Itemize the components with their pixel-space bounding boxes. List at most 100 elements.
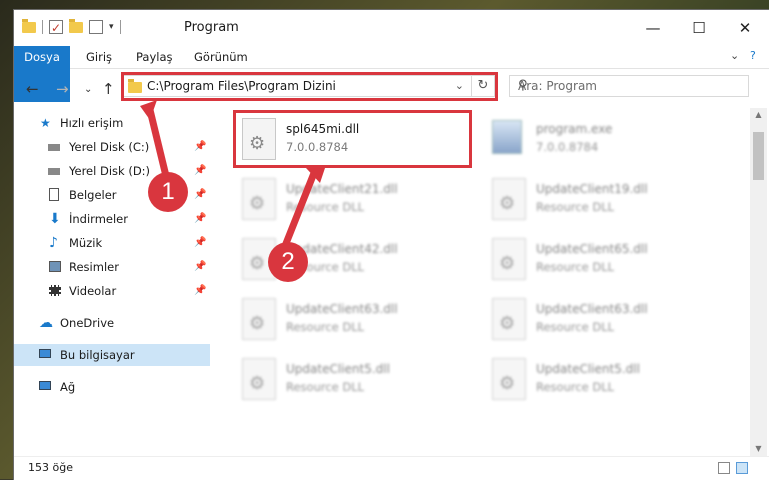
title-bar: ✓ ▾ Program — ☐ ✕ <box>14 10 769 46</box>
status-bar: 153 öğe <box>14 456 769 480</box>
large-icons-view-icon[interactable] <box>736 462 748 474</box>
file-description: Resource DLL <box>286 380 365 394</box>
quick-access-toolbar: ✓ ▾ <box>22 18 121 35</box>
help-icon[interactable]: ? <box>750 49 756 62</box>
maximize-button[interactable]: ☐ <box>676 10 722 46</box>
file-description: Resource DLL <box>536 200 615 214</box>
sidebar-item-network[interactable]: Ağ <box>14 376 210 398</box>
file-description: Resource DLL <box>536 320 615 334</box>
sidebar-item-label: Yerel Disk (D:) <box>69 164 151 178</box>
sidebar-item-label: İndirmeler <box>69 212 128 226</box>
step-2-badge: 2 <box>268 242 308 282</box>
cloud-icon: ☁ <box>39 315 53 331</box>
video-icon <box>49 285 61 296</box>
exe-file-icon <box>492 120 522 154</box>
star-icon: ★ <box>40 116 51 130</box>
sidebar-item-pictures[interactable]: Resimler 📌 <box>14 256 210 278</box>
pin-icon[interactable]: 📌 <box>194 184 206 206</box>
pin-icon[interactable]: 📌 <box>194 208 206 230</box>
file-item[interactable]: UpdateClient63.dll Resource DLL <box>236 294 476 350</box>
item-count: 153 öğe <box>28 461 73 474</box>
sidebar-item-label: Belgeler <box>69 188 117 202</box>
file-name: UpdateClient5.dll <box>536 362 640 376</box>
file-description: Resource DLL <box>286 200 365 214</box>
file-description: Resource DLL <box>286 320 365 334</box>
sidebar-item-label: OneDrive <box>60 316 115 330</box>
dll-file-icon <box>492 178 526 220</box>
file-name: UpdateClient19.dll <box>536 182 648 196</box>
tab-view[interactable]: Görünüm <box>194 46 248 68</box>
properties-icon[interactable]: ✓ <box>49 20 63 35</box>
drive-icon <box>48 168 60 175</box>
sidebar-item-onedrive[interactable]: ☁ OneDrive <box>14 312 210 334</box>
file-item[interactable]: UpdateClient19.dll Resource DLL <box>486 174 726 230</box>
network-icon <box>39 381 51 390</box>
download-icon: ⬇ <box>49 211 61 227</box>
dll-file-icon <box>492 298 526 340</box>
close-button[interactable]: ✕ <box>722 10 768 46</box>
file-name: UpdateClient63.dll <box>286 302 398 316</box>
sidebar-item-label: Resimler <box>69 260 119 274</box>
file-item[interactable]: UpdateClient5.dll Resource DLL <box>486 354 726 410</box>
file-name: UpdateClient21.dll <box>286 182 398 196</box>
pictures-icon <box>49 261 61 272</box>
vertical-scrollbar[interactable]: ▲ ▼ <box>750 108 767 456</box>
forward-icon[interactable]: → <box>56 80 69 98</box>
ribbon-expand-icon[interactable]: ⌄ <box>730 49 739 62</box>
pin-icon[interactable]: 📌 <box>194 160 206 182</box>
details-view-icon[interactable] <box>718 462 730 474</box>
sidebar-item-label: Yerel Disk (C:) <box>69 140 150 154</box>
customize-toolbar-icon[interactable]: ▾ <box>109 22 114 32</box>
file-name: UpdateClient5.dll <box>286 362 390 376</box>
documents-icon <box>49 188 59 201</box>
drive-icon <box>48 144 60 151</box>
sidebar-item-downloads[interactable]: ⬇ İndirmeler 📌 <box>14 208 210 230</box>
search-icon: ⚲ <box>518 78 528 93</box>
dll-file-icon <box>242 358 276 400</box>
sidebar-item-this-pc[interactable]: Bu bilgisayar <box>14 344 210 366</box>
file-item[interactable]: UpdateClient65.dll Resource DLL <box>486 234 726 290</box>
address-highlight-box <box>121 72 498 101</box>
tab-home[interactable]: Giriş <box>86 46 112 68</box>
file-description: Resource DLL <box>536 380 615 394</box>
file-name: UpdateClient63.dll <box>536 302 648 316</box>
recent-locations-icon[interactable]: ⌄ <box>84 84 92 95</box>
sidebar-item-music[interactable]: ♪ Müzik 📌 <box>14 232 210 254</box>
sidebar-item-label: Hızlı erişim <box>60 116 124 130</box>
rename-icon[interactable] <box>89 20 103 34</box>
toolbar-separator <box>119 20 121 34</box>
sidebar-item-videos[interactable]: Videolar 📌 <box>14 280 210 302</box>
back-icon[interactable]: ← <box>26 80 39 98</box>
sidebar-item-label: Bu bilgisayar <box>60 348 135 362</box>
scroll-thumb[interactable] <box>753 132 764 180</box>
sidebar-item-label: Videolar <box>69 284 117 298</box>
computer-icon <box>39 349 51 358</box>
navigation-pane: ★ Hızlı erişim Yerel Disk (C:) 📌 Yerel D… <box>14 108 210 456</box>
dll-file-icon <box>242 178 276 220</box>
scroll-down-icon[interactable]: ▼ <box>750 442 767 456</box>
search-input[interactable]: Ara: Program ⚲ <box>509 75 749 97</box>
up-icon[interactable]: ↑ <box>102 80 115 98</box>
pin-icon[interactable]: 📌 <box>194 136 206 158</box>
sidebar-item-drive-c[interactable]: Yerel Disk (C:) 📌 <box>14 136 210 158</box>
minimize-button[interactable]: — <box>630 10 676 46</box>
pin-icon[interactable]: 📌 <box>194 232 206 254</box>
sidebar-item-label: Ağ <box>60 380 76 394</box>
new-folder-icon[interactable] <box>69 18 83 33</box>
scroll-up-icon[interactable]: ▲ <box>750 108 767 122</box>
file-item[interactable]: UpdateClient21.dll Resource DLL <box>236 174 476 230</box>
file-item[interactable]: UpdateClient63.dll Resource DLL <box>486 294 726 350</box>
toolbar-separator <box>42 20 43 34</box>
file-description: Resource DLL <box>536 260 615 274</box>
sidebar-item-quick-access[interactable]: ★ Hızlı erişim <box>14 112 210 134</box>
folder-icon <box>22 18 36 33</box>
step-1-badge: 1 <box>148 172 188 212</box>
pin-icon[interactable]: 📌 <box>194 280 206 302</box>
pin-icon[interactable]: 📌 <box>194 256 206 278</box>
tab-share[interactable]: Paylaş <box>136 46 173 68</box>
sidebar-item-label: Müzik <box>69 236 103 250</box>
file-item[interactable]: UpdateClient5.dll Resource DLL <box>236 354 476 410</box>
file-item-program-exe[interactable]: program.exe 7.0.0.8784 <box>486 114 726 170</box>
dll-file-icon <box>242 298 276 340</box>
dll-file-icon <box>492 238 526 280</box>
